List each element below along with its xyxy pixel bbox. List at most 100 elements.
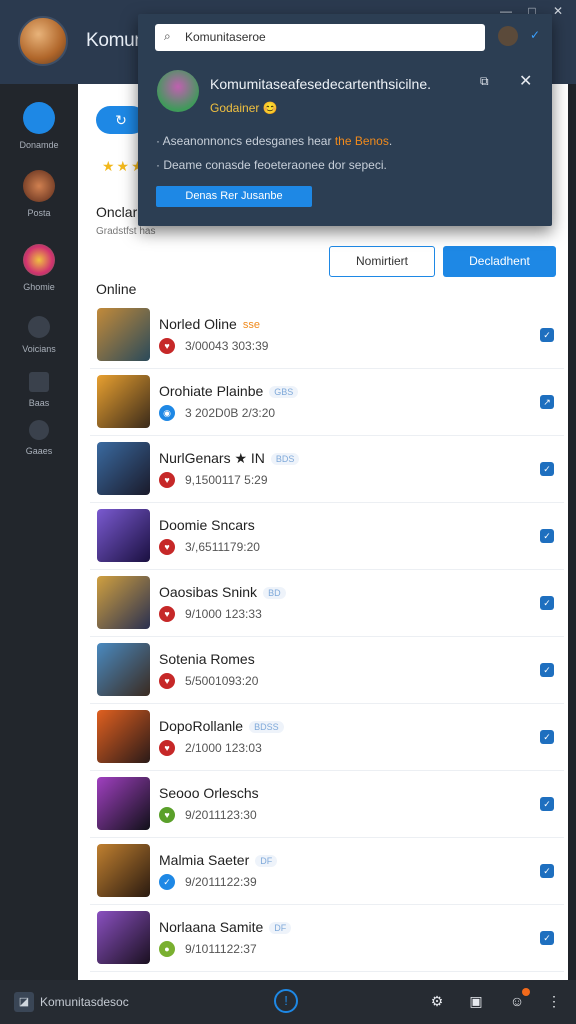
bottom-bar: ◪ Komunitasdesoc ! ⚙ ▣ ☺ ⋮ — [0, 980, 576, 1024]
check-icon[interactable]: ✓ — [530, 28, 540, 42]
sidebar-item-posta[interactable]: Posta — [0, 170, 78, 218]
game-action-icon[interactable]: ✓ — [540, 328, 554, 342]
status-badge-icon: ● — [159, 941, 175, 957]
status-badge-icon: ◉ — [159, 405, 175, 421]
popup-line-1: · Aseanonnoncs edesganes hear the Benos. — [156, 134, 393, 148]
sidebar-item-gaaes[interactable]: Gaaes — [0, 420, 78, 456]
game-timestamp: 9/1000 123:33 — [185, 607, 262, 621]
game-timestamp: 5/5001093:20 — [185, 674, 259, 688]
game-thumbnail[interactable] — [97, 911, 150, 964]
sidebar-item-ghomie[interactable]: Ghomie — [0, 244, 78, 292]
app-logo-icon[interactable]: ◪ — [14, 992, 34, 1012]
sidebar-item-label: Posta — [27, 208, 51, 218]
game-row[interactable]: NurlGenars ★ IN BDS ♥ 9,1500117 5:29 ✓ — [90, 436, 564, 503]
game-row[interactable]: Norlaana Samite DF ● 9/1011122:37 ✓ — [90, 905, 564, 972]
game-row[interactable]: Seooo Orleschs ♥ 9/2011123:30 ✓ — [90, 771, 564, 838]
game-row[interactable]: Orohiate Plainbe GBS ◉ 3 202D0B 2/3:20 ↗ — [90, 369, 564, 436]
game-action-icon[interactable]: ✓ — [540, 529, 554, 543]
status-badge-icon: ♥ — [159, 606, 175, 622]
game-thumbnail[interactable] — [97, 442, 150, 495]
avatar-icon — [23, 170, 55, 202]
profile-avatar — [157, 70, 199, 112]
bottom-title: Komunitasdesoc — [40, 995, 129, 1009]
sidebar-item-donamde[interactable]: Donamde — [0, 102, 78, 150]
sidebar-item-label: Donamde — [19, 140, 59, 150]
sidebar-item-label: Voicians — [22, 344, 56, 354]
popup-line-2: · Deame conasde feoeteraonee dor sepeci. — [156, 158, 387, 172]
game-timestamp: 3/,6511179:20 — [185, 540, 260, 554]
status-badge-icon: ♥ — [159, 539, 175, 555]
game-action-icon[interactable]: ✓ — [540, 864, 554, 878]
game-thumbnail[interactable] — [97, 710, 150, 763]
more-icon[interactable]: ⋮ — [545, 992, 563, 1010]
popup-subtitle: Godainer 😊 — [210, 101, 278, 115]
popup-title: Komumitaseafesedecartenthsicilne. — [210, 76, 432, 92]
game-tag: DF — [255, 855, 278, 868]
search-input[interactable] — [185, 30, 475, 44]
game-row[interactable]: Sotenia Romes ♥ 5/5001093:20 ✓ — [90, 637, 564, 704]
game-timestamp: 9/1011122:37 — [185, 942, 257, 956]
alert-icon[interactable]: ! — [274, 989, 298, 1013]
secondary-button[interactable]: Nomirtiert — [329, 246, 435, 277]
game-tag: GBS — [269, 386, 299, 399]
game-action-icon[interactable]: ✓ — [540, 462, 554, 476]
sync-icon — [23, 102, 55, 134]
section-subtitle: Gradstfst has — [96, 226, 156, 237]
status-badge-icon: ♥ — [159, 338, 175, 354]
game-thumbnail[interactable] — [97, 844, 150, 897]
game-name: Seooo Orleschs — [159, 785, 259, 801]
game-timestamp: 9/2011122:39 — [185, 875, 257, 889]
game-tag: BDS — [270, 453, 300, 466]
popup-action-button[interactable]: Denas Rer Jusanbe — [156, 186, 312, 207]
game-row[interactable]: Norled Oline sse ♥ 3/00043 303:39 ✓ — [90, 302, 564, 369]
profile-popup: ⌕ ✓ Komumitaseafesedecartenthsicilne. Go… — [138, 14, 552, 226]
close-icon[interactable]: ✕ — [552, 4, 564, 18]
game-name: DopoRollanle BDSS — [159, 718, 284, 734]
sidebar-item-voicians[interactable]: Voicians — [0, 316, 78, 354]
game-action-icon[interactable]: ✓ — [540, 931, 554, 945]
game-action-icon[interactable]: ✓ — [540, 596, 554, 610]
game-thumbnail[interactable] — [97, 308, 150, 361]
game-action-icon[interactable]: ✓ — [540, 730, 554, 744]
game-row[interactable]: Oaosibas Snink BD ♥ 9/1000 123:33 ✓ — [90, 570, 564, 637]
game-timestamp: 9,1500117 5:29 — [185, 473, 268, 487]
game-action-icon[interactable]: ✓ — [540, 797, 554, 811]
screen-icon[interactable]: ▣ — [467, 992, 485, 1010]
game-thumbnail[interactable] — [97, 576, 150, 629]
status-badge-icon: ♥ — [159, 673, 175, 689]
game-name: Sotenia Romes — [159, 651, 255, 667]
game-row[interactable]: DopoRollanle BDSS ♥ 2/1000 123:03 ✓ — [90, 704, 564, 771]
app-avatar[interactable] — [18, 16, 68, 66]
chat-icon — [29, 420, 49, 440]
game-tag: BD — [263, 587, 286, 600]
game-row[interactable]: Malmia Saeter DF ✓ 9/2011122:39 ✓ — [90, 838, 564, 905]
box-icon — [29, 372, 49, 392]
game-name: Doomie Sncars — [159, 517, 255, 533]
copy-icon[interactable]: ⧉ — [480, 74, 489, 89]
game-thumbnail[interactable] — [97, 777, 150, 830]
settings-icon[interactable]: ⚙ — [428, 992, 446, 1010]
notification-dot — [522, 988, 530, 996]
game-tag: DF — [269, 922, 292, 935]
game-row[interactable]: Doomie Sncars ♥ 3/,6511179:20 ✓ — [90, 503, 564, 570]
online-heading: Online — [96, 281, 137, 297]
game-thumbnail[interactable] — [97, 643, 150, 696]
game-action-icon[interactable]: ✓ — [540, 663, 554, 677]
status-badge-icon: ♥ — [159, 807, 175, 823]
game-timestamp: 9/2011123:30 — [185, 808, 257, 822]
game-timestamp: 2/1000 123:03 — [185, 741, 262, 755]
sidebar-item-label: Gaaes — [25, 446, 53, 456]
game-thumbnail[interactable] — [97, 509, 150, 562]
game-timestamp: 3/00043 303:39 — [185, 339, 269, 353]
popup-close-icon[interactable]: ✕ — [519, 71, 532, 91]
game-tag: sse — [242, 319, 260, 332]
section-title: Onclar — [96, 204, 138, 220]
game-thumbnail[interactable] — [97, 375, 150, 428]
game-name: Norlaana Samite DF — [159, 919, 292, 935]
primary-button[interactable]: Decladhent — [443, 246, 556, 277]
game-action-icon[interactable]: ↗ — [540, 395, 554, 409]
user-avatar[interactable] — [498, 26, 518, 46]
search-icon: ⌕ — [164, 29, 171, 43]
sidebar-item-baas[interactable]: Baas — [0, 372, 78, 408]
search-box[interactable]: ⌕ — [155, 24, 485, 51]
